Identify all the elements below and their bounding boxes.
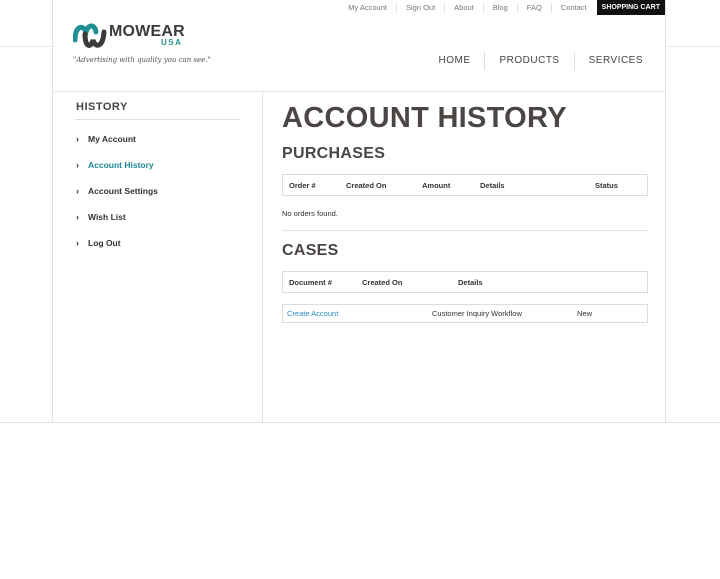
chevron-right-icon: › bbox=[76, 134, 79, 144]
column-header: Details bbox=[458, 278, 483, 287]
sidebar-item-label: Account Settings bbox=[88, 186, 158, 196]
util-link-my-account[interactable]: My Account bbox=[339, 3, 396, 12]
nav-services[interactable]: SERVICES bbox=[573, 52, 657, 70]
sidebar-item-account-history[interactable]: › Account History bbox=[76, 160, 158, 186]
column-header: Created On bbox=[346, 181, 387, 190]
nav-products[interactable]: PRODUCTS bbox=[484, 52, 573, 70]
util-link-blog[interactable]: Blog bbox=[482, 3, 517, 12]
purchases-title: PURCHASES bbox=[282, 145, 386, 162]
page-frame: My Account Sign Out About Blog FAQ Conta… bbox=[52, 0, 666, 422]
column-header: Amount bbox=[422, 181, 451, 190]
util-link-about[interactable]: About bbox=[444, 3, 483, 12]
logo-usa: USA bbox=[161, 38, 183, 47]
column-header: Status bbox=[595, 181, 618, 190]
sidebar-item-wish-list[interactable]: › Wish List bbox=[76, 212, 158, 238]
sidebar-item-label: Log Out bbox=[88, 238, 121, 248]
util-link-sign-out[interactable]: Sign Out bbox=[395, 3, 444, 12]
sidebar-menu: › My Account › Account History › Account… bbox=[76, 134, 158, 264]
case-status: New bbox=[577, 309, 593, 318]
column-header: Document # bbox=[289, 278, 332, 287]
utility-nav: My Account Sign Out About Blog FAQ Conta… bbox=[339, 0, 665, 15]
util-link-faq[interactable]: FAQ bbox=[516, 3, 551, 12]
account-sidebar: HISTORY › My Account › Account History ›… bbox=[53, 92, 263, 422]
column-header: Order # bbox=[289, 181, 316, 190]
sidebar-title: HISTORY bbox=[76, 101, 128, 113]
chevron-right-icon: › bbox=[76, 160, 79, 170]
table-row: Create Account Customer Inquiry Workflow… bbox=[282, 304, 648, 323]
nav-home[interactable]: HOME bbox=[424, 52, 484, 70]
chevron-right-icon: › bbox=[76, 212, 79, 222]
chevron-right-icon: › bbox=[76, 186, 79, 196]
main-nav: HOME PRODUCTS SERVICES bbox=[424, 52, 657, 70]
page-title: ACCOUNT HISTORY bbox=[282, 102, 567, 134]
mowear-mark-icon bbox=[73, 23, 107, 48]
sidebar-item-account-settings[interactable]: › Account Settings bbox=[76, 186, 158, 212]
site-logo[interactable]: MOWEAR USA "Advertising with quality you… bbox=[73, 18, 211, 68]
sidebar-item-label: My Account bbox=[88, 134, 136, 144]
logo-tagline: "Advertising with quality you can see." bbox=[73, 56, 211, 64]
purchases-empty-message: No orders found. bbox=[282, 209, 338, 218]
column-header: Created On bbox=[362, 278, 403, 287]
case-document-link[interactable]: Create Account bbox=[287, 309, 338, 318]
util-link-contact[interactable]: Contact bbox=[550, 3, 596, 12]
purchases-table-header: Order # Created On Amount Details Status bbox=[282, 174, 648, 196]
footer-divider-line bbox=[0, 422, 720, 423]
chevron-right-icon: › bbox=[76, 238, 79, 248]
section-divider bbox=[282, 230, 648, 231]
cases-title: CASES bbox=[282, 242, 339, 259]
column-header: Details bbox=[480, 181, 505, 190]
sidebar-item-label: Account History bbox=[88, 160, 154, 170]
shopping-cart-button[interactable]: SHOPPING CART bbox=[596, 0, 665, 15]
case-details: Customer Inquiry Workflow bbox=[432, 309, 522, 318]
sidebar-item-my-account[interactable]: › My Account bbox=[76, 134, 158, 160]
sidebar-item-label: Wish List bbox=[88, 212, 126, 222]
sidebar-item-log-out[interactable]: › Log Out bbox=[76, 238, 158, 264]
cases-table-header: Document # Created On Details bbox=[282, 271, 648, 293]
sidebar-rule bbox=[75, 119, 240, 120]
